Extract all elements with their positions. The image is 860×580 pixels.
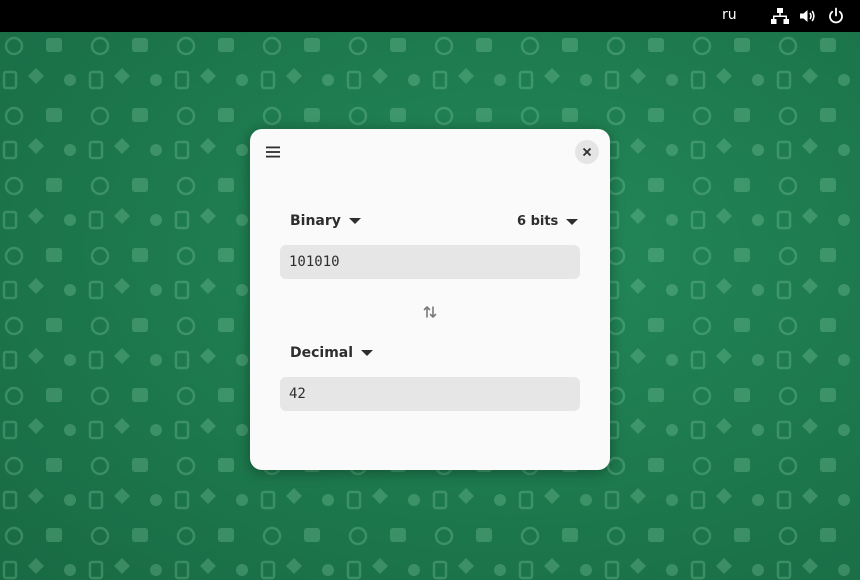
bits-dropdown[interactable]: 6 bits	[517, 214, 579, 229]
swap-button[interactable]	[420, 302, 440, 322]
from-base-dropdown[interactable]: Binary	[290, 213, 361, 229]
binary-input[interactable]	[289, 254, 571, 270]
power-icon[interactable]	[827, 7, 845, 25]
hamburger-menu-icon	[266, 146, 280, 158]
decimal-input-field[interactable]	[280, 377, 580, 411]
bits-label: 6 bits	[517, 214, 559, 229]
base-converter-window: Binary 6 bits Decimal	[250, 129, 610, 470]
keyboard-layout-indicator[interactable]: ru	[722, 7, 737, 23]
swap-vertical-icon	[423, 306, 437, 318]
top-bar: ru	[0, 0, 860, 32]
chevron-down-icon	[348, 218, 361, 224]
close-button[interactable]	[575, 140, 599, 164]
volume-icon[interactable]	[799, 7, 817, 25]
to-base-label: Decimal	[290, 345, 354, 361]
binary-input-field[interactable]	[280, 245, 580, 279]
decimal-input[interactable]	[289, 386, 571, 402]
main-menu-button[interactable]	[262, 141, 284, 163]
to-base-dropdown[interactable]: Decimal	[290, 345, 374, 361]
chevron-down-icon	[566, 218, 579, 225]
from-base-label: Binary	[290, 213, 341, 229]
close-icon	[582, 147, 592, 157]
network-wired-icon[interactable]	[771, 7, 789, 25]
chevron-down-icon	[361, 350, 374, 356]
